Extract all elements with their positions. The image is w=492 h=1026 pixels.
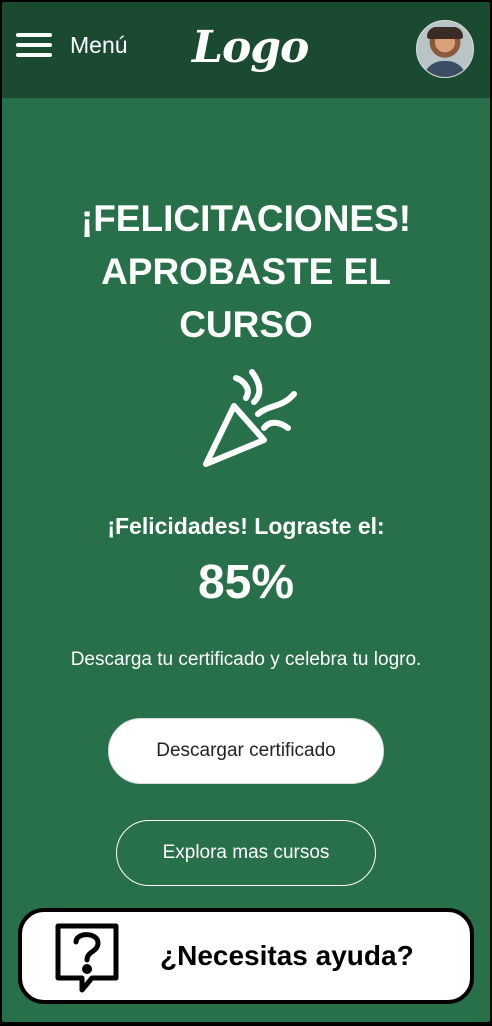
menu-button[interactable]: Menú — [16, 30, 128, 60]
page-title: ¡FELICITACIONES! APROBASTE EL CURSO — [2, 192, 490, 351]
help-button[interactable]: ¿Necesitas ayuda? — [18, 908, 474, 1004]
user-avatar[interactable] — [416, 20, 474, 78]
title-line-1: ¡FELICITACIONES! — [80, 198, 412, 239]
title-line-3: CURSO — [179, 304, 313, 345]
download-certificate-button[interactable]: Descargar certificado — [108, 718, 384, 784]
certificate-description: Descarga tu certificado y celebra tu log… — [70, 649, 422, 670]
help-label: ¿Necesitas ayuda? — [160, 940, 414, 971]
avatar-shirt — [423, 61, 467, 77]
app-screen: Menú Logo ¡FELICITACIONES! APROBASTE EL … — [2, 2, 490, 1022]
menu-label: Menú — [70, 32, 128, 58]
top-header: Menú Logo — [2, 2, 490, 98]
explore-courses-button[interactable]: Explora mas cursos — [116, 820, 376, 886]
party-popper-icon — [203, 369, 297, 467]
congrats-subtitle: ¡Felicidades! Lograste el: — [107, 513, 385, 539]
logo[interactable]: Logo — [192, 18, 309, 78]
title-line-2: APROBASTE EL — [101, 251, 391, 292]
question-bubble-icon — [55, 923, 119, 993]
avatar-cap — [427, 27, 463, 39]
score-value: 85% — [197, 556, 295, 609]
hamburger-icon — [16, 30, 52, 60]
